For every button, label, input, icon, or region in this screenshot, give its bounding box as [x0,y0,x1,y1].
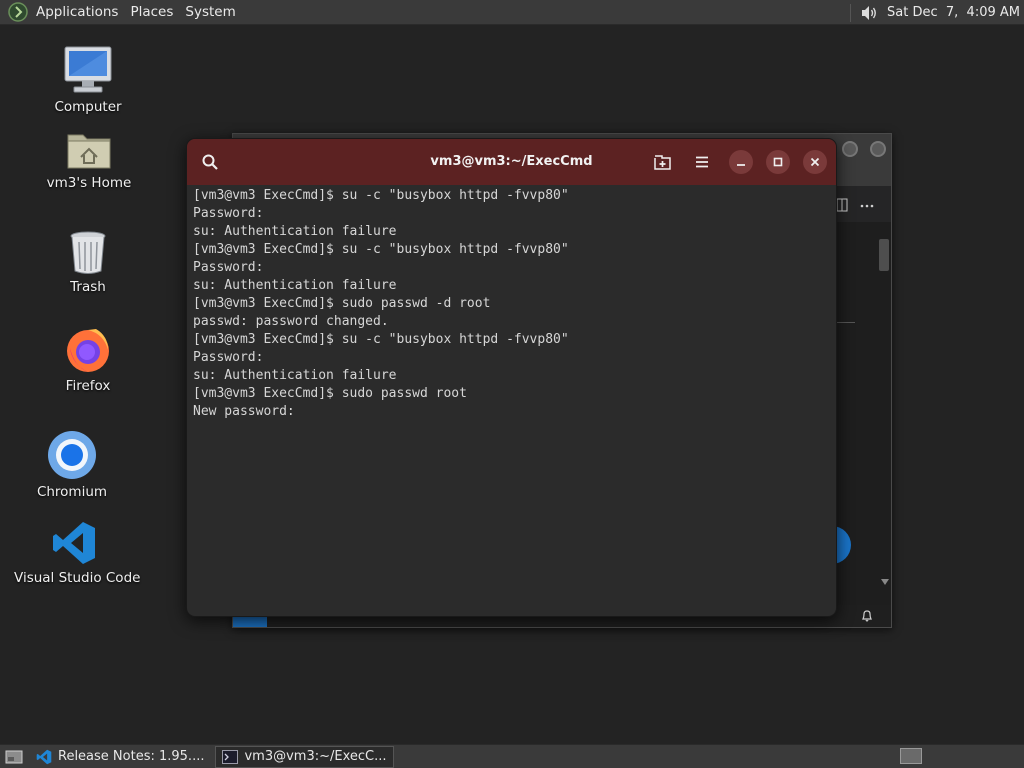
terminal-icon [222,749,239,764]
desktop-icon-label: vm3's Home [46,175,132,191]
desktop-icon-trash[interactable]: Trash [52,229,124,295]
workspace-switcher[interactable] [900,748,922,764]
terminal-line: Password: [193,350,264,365]
places-menu[interactable]: Places [124,4,179,20]
show-desktop-icon [5,750,23,763]
close-icon[interactable] [870,141,886,157]
terminal-headerbar[interactable]: vm3@vm3:~/ExecCmd [187,139,836,185]
chromium-icon [48,431,96,479]
terminal-line: [vm3@vm3 ExecCmd]$ sudo passwd -d root [193,296,491,311]
close-icon [810,157,820,167]
desktop-icon-vscode[interactable]: Visual Studio Code [14,520,141,586]
terminal-line: passwd: password changed. [193,314,389,329]
minimize-button[interactable] [729,150,753,174]
firefox-icon [67,329,109,372]
maximize-button[interactable] [766,150,790,174]
bell-icon[interactable] [861,609,873,623]
desktop-icon-label: Computer [54,99,122,115]
panel-tray: Sat Dec 7, 4:09 AM [850,0,1020,25]
scrollbar-thumb[interactable] [879,239,889,271]
applications-menu[interactable]: Applications [30,4,124,20]
terminal-line: Password: [193,206,264,221]
maximize-icon [773,157,783,167]
terminal-line: su: Authentication failure [193,224,397,239]
desktop-icon-label: Firefox [65,378,111,394]
terminal-line: su: Authentication failure [193,278,397,293]
desktop-icon-label: Visual Studio Code [14,570,141,586]
system-menu[interactable]: System [179,4,241,20]
desktop-icon-chromium[interactable]: Chromium [36,430,108,500]
more-actions-icon[interactable] [860,204,874,208]
new-tab-button[interactable] [647,147,677,177]
terminal-line: Password: [193,260,264,275]
terminal-line: [vm3@vm3 ExecCmd]$ su -c "busybox httpd … [193,242,569,257]
taskbar-item-label: Release Notes: 1.95.... [58,749,205,764]
minimize-icon[interactable] [842,141,858,157]
home-folder-icon [67,134,111,169]
desktop-icon-label: Trash [70,279,106,295]
computer-icon [64,46,112,93]
terminal-line: [vm3@vm3 ExecCmd]$ su -c "busybox httpd … [193,332,569,347]
desktop-icon-firefox[interactable]: Firefox [52,326,124,394]
taskbar-item-release-notes[interactable]: Release Notes: 1.95.... [29,746,211,768]
volume-icon[interactable] [859,3,879,23]
menu-button[interactable] [687,147,717,177]
scroll-down-icon[interactable] [881,579,889,585]
desktop-icon-label: Chromium [36,484,108,500]
terminal-prompt-line[interactable]: New password: [193,403,836,421]
close-button[interactable] [803,150,827,174]
panel-separator [850,3,852,22]
top-menu-bar: Applications Places System [30,0,242,25]
taskbar-item-terminal[interactable]: vm3@vm3:~/ExecC... [215,745,394,768]
split-editor-icon[interactable] [836,198,848,212]
trash-icon [70,231,106,274]
search-button[interactable] [195,147,225,177]
new-tab-icon [653,154,671,170]
vscode-icon [53,522,95,564]
top-panel: Applications Places System Sat Dec 7, 4:… [0,0,1024,25]
terminal-line: [vm3@vm3 ExecCmd]$ sudo passwd root [193,386,467,401]
hamburger-menu-icon [696,156,708,168]
bottom-taskbar: Release Notes: 1.95.... vm3@vm3:~/ExecC.… [0,744,1024,768]
desktop-icon-computer[interactable]: Computer [52,45,124,115]
terminal-line: su: Authentication failure [193,368,397,383]
minimize-icon [737,164,745,166]
terminal-output[interactable]: [vm3@vm3 ExecCmd]$ su -c "busybox httpd … [193,187,836,616]
taskbar-item-label: vm3@vm3:~/ExecC... [244,749,387,764]
show-desktop-button[interactable] [3,748,25,766]
applications-menu-icon[interactable] [8,2,28,22]
terminal-window[interactable]: vm3@vm3:~/ExecCmd [vm3@vm3 ExecCmd]$ su … [186,138,837,617]
vscode-icon [36,749,52,764]
search-icon [202,154,218,170]
clock[interactable]: Sat Dec 7, 4:09 AM [887,5,1020,20]
terminal-line: [vm3@vm3 ExecCmd]$ su -c "busybox httpd … [193,188,569,203]
desktop-icon-home[interactable]: vm3's Home [44,129,134,191]
